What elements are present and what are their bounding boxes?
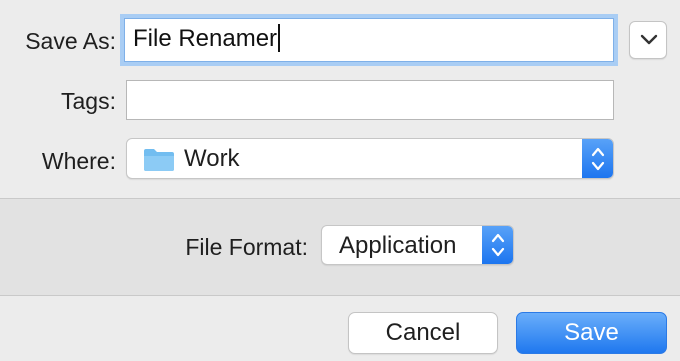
save-as-label: Save As: [25, 28, 116, 54]
cancel-button[interactable]: Cancel [348, 312, 498, 354]
tags-field[interactable] [126, 80, 614, 120]
folder-icon [144, 149, 174, 171]
save-button[interactable]: Save [516, 312, 667, 354]
up-down-chevron-icon [591, 147, 605, 171]
where-popup[interactable]: Work [126, 138, 614, 179]
tags-label: Tags: [61, 88, 116, 114]
expand-dialog-button[interactable] [629, 21, 667, 59]
file-format-popup[interactable]: Application [321, 225, 514, 265]
where-label: Where: [41, 148, 116, 174]
where-value: Work [184, 145, 240, 172]
file-format-stepper[interactable] [482, 226, 513, 264]
where-popup-stepper[interactable] [582, 139, 613, 178]
text-caret [278, 23, 281, 52]
file-format-label: File Format: [185, 234, 308, 260]
up-down-chevron-icon [491, 233, 505, 257]
save-as-value: File Renamer [133, 25, 278, 52]
save-as-field[interactable]: File Renamer [124, 18, 614, 62]
chevron-down-icon [640, 34, 658, 45]
file-format-value: Application [339, 232, 457, 259]
